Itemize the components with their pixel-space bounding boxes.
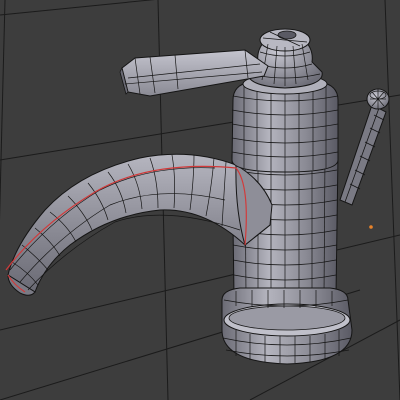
side-rod[interactable]	[339, 88, 390, 206]
spout[interactable]	[5, 153, 273, 296]
viewport-canvas	[0, 0, 400, 400]
origin-marker	[369, 225, 373, 229]
base-ring[interactable]	[221, 287, 353, 365]
cap-knob[interactable]	[247, 28, 323, 89]
3d-viewport[interactable]	[0, 0, 400, 400]
rod-knob[interactable]	[366, 88, 390, 110]
upper-body[interactable]	[231, 73, 339, 173]
